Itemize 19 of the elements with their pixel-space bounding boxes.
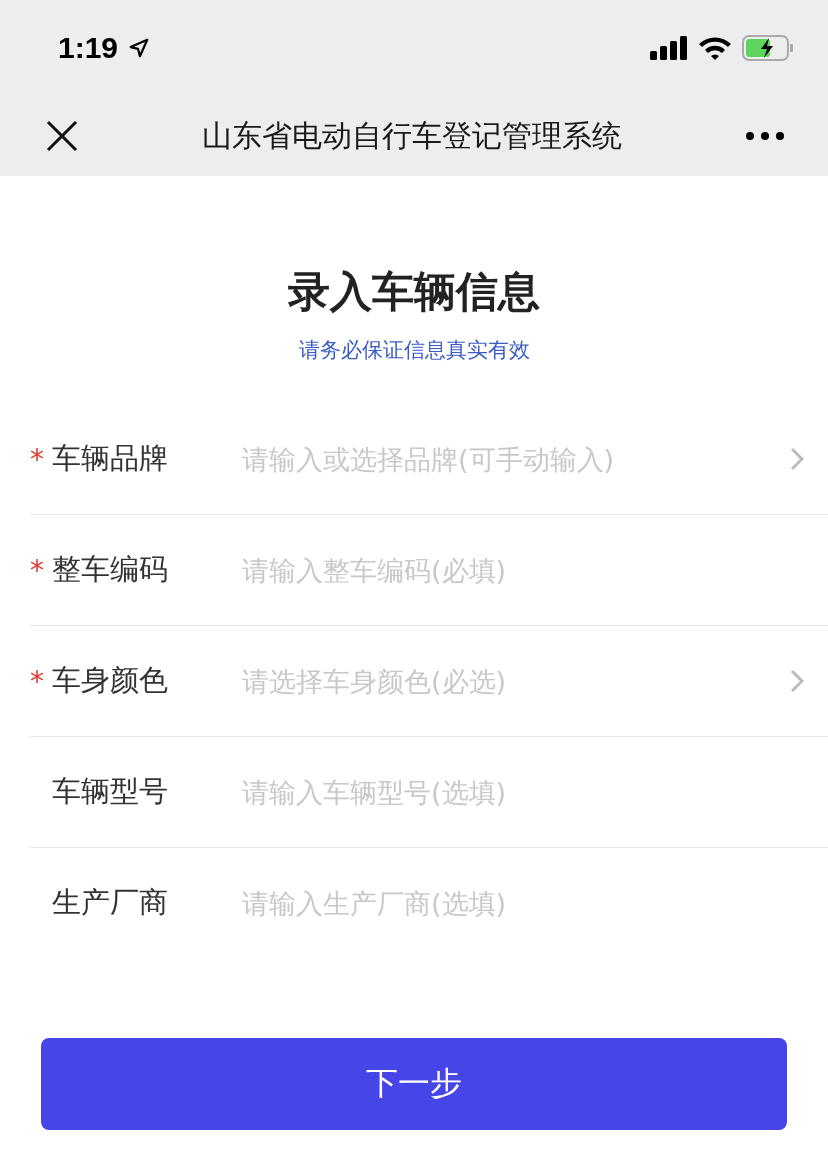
battery-charging-icon [742, 35, 794, 61]
wifi-icon [698, 35, 732, 61]
close-icon[interactable] [46, 120, 78, 152]
field-label: 车辆型号 [52, 773, 169, 810]
page-title: 山东省电动自行车登记管理系统 [202, 116, 622, 155]
signal-icon [650, 36, 688, 60]
form-title: 录入车辆信息 [288, 266, 540, 318]
location-arrow-icon [128, 37, 151, 59]
field-label: 车辆品牌 [52, 440, 169, 477]
more-icon[interactable] [746, 132, 784, 140]
field-label: 整车编码 [52, 551, 169, 588]
field-label: 生产厂商 [52, 884, 169, 921]
required-mark: * [30, 553, 44, 587]
required-mark: * [30, 664, 44, 698]
field-label: 车身颜色 [52, 662, 169, 699]
required-mark: * [30, 442, 44, 476]
next-button[interactable]: 下一步 [41, 1038, 787, 1130]
form-subtitle: 请务必保证信息真实有效 [298, 337, 530, 364]
status-time: 1:19 [58, 31, 119, 65]
